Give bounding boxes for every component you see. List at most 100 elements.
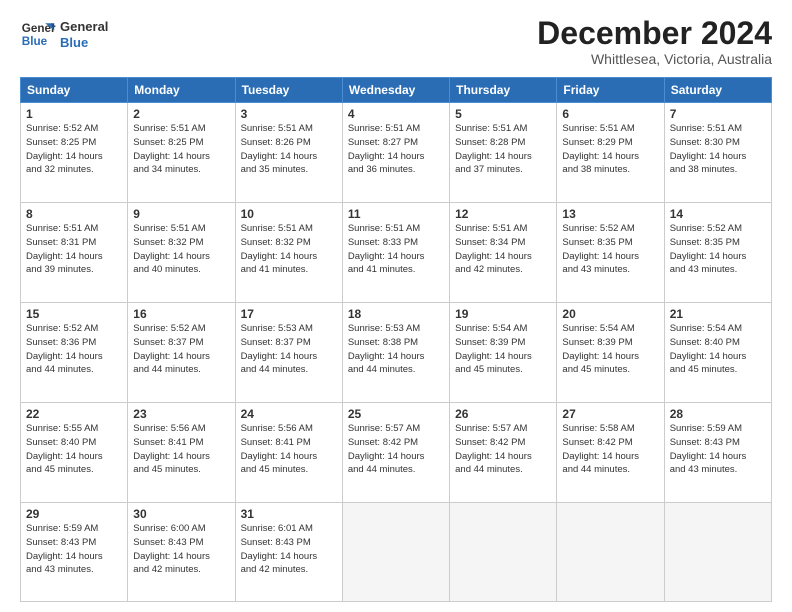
- calendar-cell: 25Sunrise: 5:57 AM Sunset: 8:42 PM Dayli…: [342, 403, 449, 503]
- calendar-cell: [557, 503, 664, 602]
- calendar-cell: 24Sunrise: 5:56 AM Sunset: 8:41 PM Dayli…: [235, 403, 342, 503]
- page: General Blue General Blue December 2024 …: [0, 0, 792, 612]
- day-info: Sunrise: 5:56 AM Sunset: 8:41 PM Dayligh…: [133, 422, 229, 477]
- logo-text-general: General: [60, 19, 108, 35]
- day-number: 11: [348, 207, 444, 221]
- calendar-cell: 27Sunrise: 5:58 AM Sunset: 8:42 PM Dayli…: [557, 403, 664, 503]
- day-number: 27: [562, 407, 658, 421]
- day-info: Sunrise: 5:51 AM Sunset: 8:26 PM Dayligh…: [241, 122, 337, 177]
- day-number: 23: [133, 407, 229, 421]
- calendar-cell: 8Sunrise: 5:51 AM Sunset: 8:31 PM Daylig…: [21, 203, 128, 303]
- day-info: Sunrise: 5:54 AM Sunset: 8:39 PM Dayligh…: [562, 322, 658, 377]
- day-info: Sunrise: 6:00 AM Sunset: 8:43 PM Dayligh…: [133, 522, 229, 577]
- month-title: December 2024: [537, 16, 772, 51]
- day-info: Sunrise: 5:51 AM Sunset: 8:25 PM Dayligh…: [133, 122, 229, 177]
- dow-header-monday: Monday: [128, 78, 235, 103]
- day-number: 10: [241, 207, 337, 221]
- day-number: 12: [455, 207, 551, 221]
- dow-header-thursday: Thursday: [450, 78, 557, 103]
- logo: General Blue General Blue: [20, 16, 108, 52]
- calendar-cell: 12Sunrise: 5:51 AM Sunset: 8:34 PM Dayli…: [450, 203, 557, 303]
- calendar-cell: 20Sunrise: 5:54 AM Sunset: 8:39 PM Dayli…: [557, 303, 664, 403]
- logo-icon: General Blue: [20, 16, 56, 52]
- day-number: 28: [670, 407, 766, 421]
- day-number: 25: [348, 407, 444, 421]
- calendar-cell: 26Sunrise: 5:57 AM Sunset: 8:42 PM Dayli…: [450, 403, 557, 503]
- day-info: Sunrise: 5:52 AM Sunset: 8:25 PM Dayligh…: [26, 122, 122, 177]
- day-number: 30: [133, 507, 229, 521]
- logo-text-blue: Blue: [60, 35, 108, 51]
- day-info: Sunrise: 6:01 AM Sunset: 8:43 PM Dayligh…: [241, 522, 337, 577]
- day-info: Sunrise: 5:52 AM Sunset: 8:37 PM Dayligh…: [133, 322, 229, 377]
- day-number: 7: [670, 107, 766, 121]
- day-number: 18: [348, 307, 444, 321]
- day-number: 3: [241, 107, 337, 121]
- calendar-cell: 23Sunrise: 5:56 AM Sunset: 8:41 PM Dayli…: [128, 403, 235, 503]
- day-info: Sunrise: 5:51 AM Sunset: 8:29 PM Dayligh…: [562, 122, 658, 177]
- day-info: Sunrise: 5:57 AM Sunset: 8:42 PM Dayligh…: [348, 422, 444, 477]
- day-number: 8: [26, 207, 122, 221]
- day-number: 29: [26, 507, 122, 521]
- calendar-cell: [450, 503, 557, 602]
- calendar-cell: 21Sunrise: 5:54 AM Sunset: 8:40 PM Dayli…: [664, 303, 771, 403]
- day-info: Sunrise: 5:51 AM Sunset: 8:27 PM Dayligh…: [348, 122, 444, 177]
- day-info: Sunrise: 5:52 AM Sunset: 8:35 PM Dayligh…: [562, 222, 658, 277]
- calendar-week-3: 15Sunrise: 5:52 AM Sunset: 8:36 PM Dayli…: [21, 303, 772, 403]
- day-info: Sunrise: 5:51 AM Sunset: 8:32 PM Dayligh…: [241, 222, 337, 277]
- day-info: Sunrise: 5:59 AM Sunset: 8:43 PM Dayligh…: [670, 422, 766, 477]
- calendar-cell: 17Sunrise: 5:53 AM Sunset: 8:37 PM Dayli…: [235, 303, 342, 403]
- day-number: 5: [455, 107, 551, 121]
- day-number: 9: [133, 207, 229, 221]
- calendar-cell: 30Sunrise: 6:00 AM Sunset: 8:43 PM Dayli…: [128, 503, 235, 602]
- day-number: 1: [26, 107, 122, 121]
- day-info: Sunrise: 5:55 AM Sunset: 8:40 PM Dayligh…: [26, 422, 122, 477]
- svg-text:Blue: Blue: [22, 35, 48, 48]
- day-number: 22: [26, 407, 122, 421]
- calendar-cell: [342, 503, 449, 602]
- day-info: Sunrise: 5:59 AM Sunset: 8:43 PM Dayligh…: [26, 522, 122, 577]
- calendar-cell: 9Sunrise: 5:51 AM Sunset: 8:32 PM Daylig…: [128, 203, 235, 303]
- dow-header-sunday: Sunday: [21, 78, 128, 103]
- day-number: 24: [241, 407, 337, 421]
- day-number: 4: [348, 107, 444, 121]
- dow-header-friday: Friday: [557, 78, 664, 103]
- calendar-cell: 10Sunrise: 5:51 AM Sunset: 8:32 PM Dayli…: [235, 203, 342, 303]
- calendar-cell: 7Sunrise: 5:51 AM Sunset: 8:30 PM Daylig…: [664, 103, 771, 203]
- day-info: Sunrise: 5:51 AM Sunset: 8:30 PM Dayligh…: [670, 122, 766, 177]
- day-info: Sunrise: 5:51 AM Sunset: 8:31 PM Dayligh…: [26, 222, 122, 277]
- day-number: 20: [562, 307, 658, 321]
- calendar-cell: 18Sunrise: 5:53 AM Sunset: 8:38 PM Dayli…: [342, 303, 449, 403]
- day-number: 17: [241, 307, 337, 321]
- day-info: Sunrise: 5:58 AM Sunset: 8:42 PM Dayligh…: [562, 422, 658, 477]
- calendar-cell: 6Sunrise: 5:51 AM Sunset: 8:29 PM Daylig…: [557, 103, 664, 203]
- calendar-cell: 31Sunrise: 6:01 AM Sunset: 8:43 PM Dayli…: [235, 503, 342, 602]
- day-number: 6: [562, 107, 658, 121]
- location-subtitle: Whittlesea, Victoria, Australia: [537, 51, 772, 67]
- day-info: Sunrise: 5:57 AM Sunset: 8:42 PM Dayligh…: [455, 422, 551, 477]
- dow-header-wednesday: Wednesday: [342, 78, 449, 103]
- day-info: Sunrise: 5:51 AM Sunset: 8:32 PM Dayligh…: [133, 222, 229, 277]
- day-info: Sunrise: 5:52 AM Sunset: 8:36 PM Dayligh…: [26, 322, 122, 377]
- day-info: Sunrise: 5:51 AM Sunset: 8:34 PM Dayligh…: [455, 222, 551, 277]
- calendar-cell: 22Sunrise: 5:55 AM Sunset: 8:40 PM Dayli…: [21, 403, 128, 503]
- day-number: 15: [26, 307, 122, 321]
- day-info: Sunrise: 5:51 AM Sunset: 8:28 PM Dayligh…: [455, 122, 551, 177]
- calendar-cell: [664, 503, 771, 602]
- calendar-week-1: 1Sunrise: 5:52 AM Sunset: 8:25 PM Daylig…: [21, 103, 772, 203]
- calendar-table: SundayMondayTuesdayWednesdayThursdayFrid…: [20, 77, 772, 602]
- calendar-cell: 14Sunrise: 5:52 AM Sunset: 8:35 PM Dayli…: [664, 203, 771, 303]
- day-number: 26: [455, 407, 551, 421]
- calendar-week-2: 8Sunrise: 5:51 AM Sunset: 8:31 PM Daylig…: [21, 203, 772, 303]
- calendar-cell: 1Sunrise: 5:52 AM Sunset: 8:25 PM Daylig…: [21, 103, 128, 203]
- day-info: Sunrise: 5:51 AM Sunset: 8:33 PM Dayligh…: [348, 222, 444, 277]
- day-info: Sunrise: 5:52 AM Sunset: 8:35 PM Dayligh…: [670, 222, 766, 277]
- day-info: Sunrise: 5:54 AM Sunset: 8:39 PM Dayligh…: [455, 322, 551, 377]
- calendar-cell: 15Sunrise: 5:52 AM Sunset: 8:36 PM Dayli…: [21, 303, 128, 403]
- day-number: 14: [670, 207, 766, 221]
- calendar-cell: 29Sunrise: 5:59 AM Sunset: 8:43 PM Dayli…: [21, 503, 128, 602]
- calendar-week-4: 22Sunrise: 5:55 AM Sunset: 8:40 PM Dayli…: [21, 403, 772, 503]
- calendar-week-5: 29Sunrise: 5:59 AM Sunset: 8:43 PM Dayli…: [21, 503, 772, 602]
- day-number: 2: [133, 107, 229, 121]
- calendar-cell: 19Sunrise: 5:54 AM Sunset: 8:39 PM Dayli…: [450, 303, 557, 403]
- day-info: Sunrise: 5:53 AM Sunset: 8:38 PM Dayligh…: [348, 322, 444, 377]
